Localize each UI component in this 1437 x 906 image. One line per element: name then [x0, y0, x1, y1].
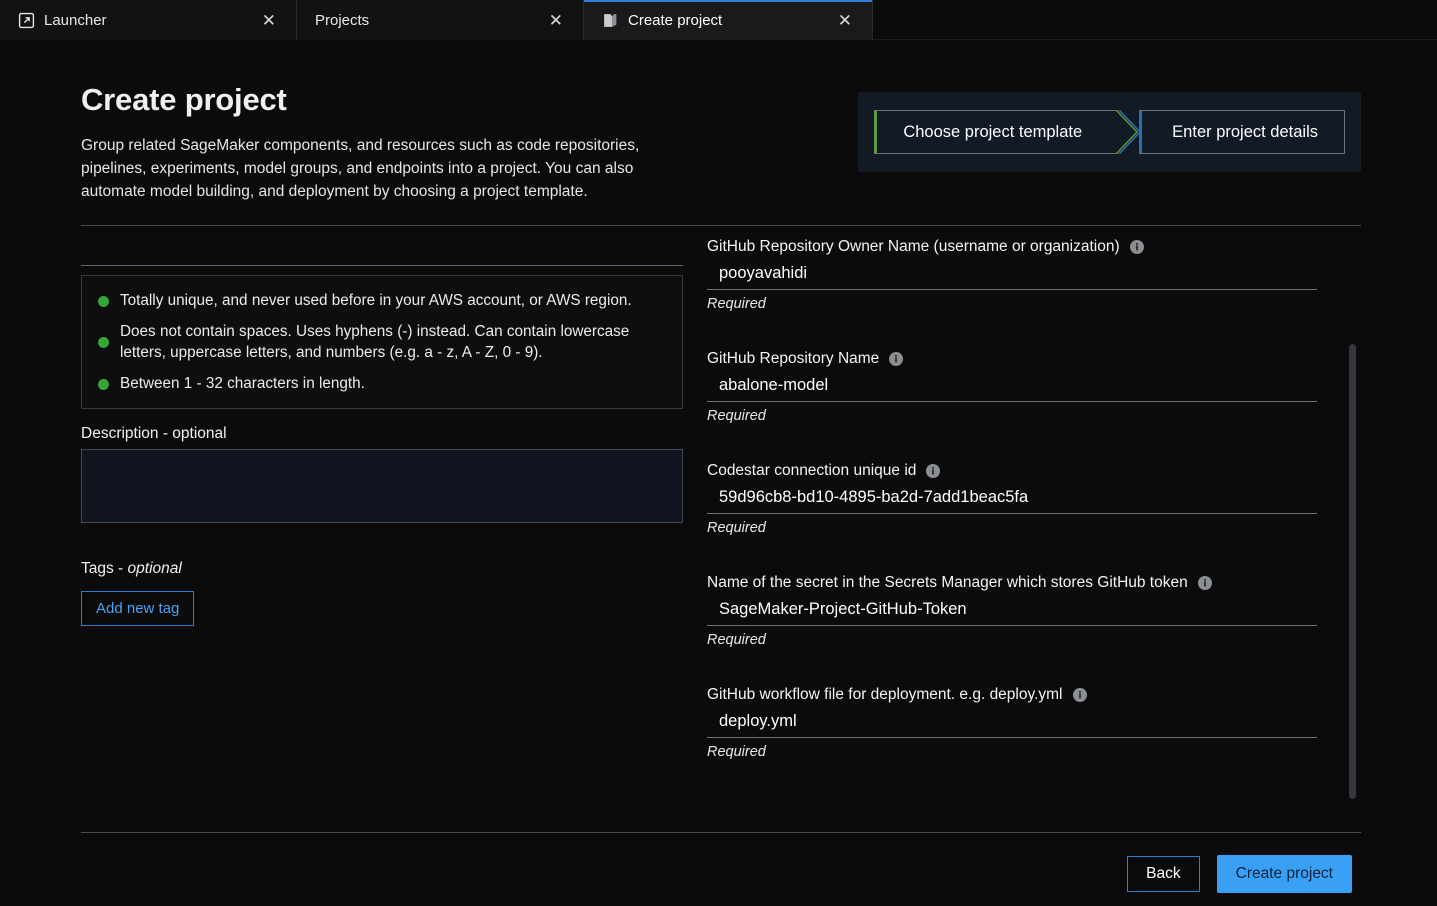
requirement-item: Does not contain spaces. Uses hyphens (-…: [98, 321, 664, 364]
field-label: Name of the secret in the Secrets Manage…: [707, 574, 1361, 592]
field-codestar-connection-unique-id: Codestar connection unique id Required: [707, 462, 1361, 536]
field-label-text: GitHub Repository Name: [707, 350, 880, 368]
info-icon[interactable]: [1072, 688, 1087, 703]
tab-label: Launcher: [44, 11, 107, 29]
field-label: Codestar connection unique id: [707, 462, 1361, 480]
tab-projects[interactable]: Projects ✕: [297, 0, 584, 40]
status-dot-icon: [98, 336, 109, 348]
vertical-scrollbar[interactable]: [1349, 344, 1357, 800]
field-label: GitHub Repository Name: [707, 350, 1361, 368]
field-input[interactable]: [707, 708, 1317, 739]
field-secrets-manager-secret-name: Name of the secret in the Secrets Manage…: [707, 574, 1361, 648]
tab-bar: Launcher ✕ Projects ✕ Create project ✕: [0, 0, 1437, 40]
field-label: GitHub workflow file for deployment. e.g…: [707, 686, 1361, 704]
page-description: Group related SageMaker components, and …: [81, 137, 640, 200]
field-github-repository-name: GitHub Repository Name Required: [707, 350, 1361, 424]
tags-label: Tags - optional: [81, 560, 683, 578]
description-label: Description - optional: [81, 425, 683, 443]
close-icon[interactable]: ✕: [834, 10, 856, 31]
launcher-icon: [18, 12, 35, 29]
create-project-button[interactable]: Create project: [1216, 855, 1352, 893]
field-input[interactable]: [707, 596, 1317, 627]
info-icon[interactable]: [926, 464, 941, 479]
add-new-tag-button[interactable]: Add new tag: [81, 590, 195, 626]
field-label-text: GitHub workflow file for deployment. e.g…: [707, 686, 1063, 704]
field-label-text: Name of the secret in the Secrets Manage…: [707, 574, 1188, 592]
stepper-step-label: Enter project details: [1172, 122, 1318, 141]
stepper-step-label: Choose project template: [903, 122, 1083, 141]
field-input[interactable]: [707, 484, 1317, 515]
status-dot-icon: [98, 378, 109, 390]
project-name-requirements: Totally unique, and never used before in…: [81, 275, 683, 409]
form-columns: Totally unique, and never used before in…: [0, 226, 1437, 800]
description-textarea[interactable]: [81, 448, 683, 523]
left-column: Totally unique, and never used before in…: [81, 226, 683, 798]
close-icon[interactable]: ✕: [258, 10, 280, 31]
stepper-step-enter-details[interactable]: Enter project details: [1118, 110, 1345, 154]
field-hint: Required: [707, 296, 766, 313]
stepper-chevron-active-icon: [1118, 110, 1142, 154]
field-hint: Required: [707, 408, 766, 425]
field-label-text: Codestar connection unique id: [707, 462, 917, 480]
field-label-text: GitHub Repository Owner Name (username o…: [707, 238, 1120, 256]
tab-bar-empty-space: [873, 0, 1437, 39]
page-title: Create project: [81, 82, 287, 117]
right-column: GitHub Repository Owner Name (username o…: [707, 226, 1361, 800]
stepper-step-choose-template[interactable]: Choose project template: [874, 110, 1139, 154]
tab-create-project[interactable]: Create project ✕: [584, 0, 873, 40]
field-hint: Required: [707, 520, 766, 537]
tags-label-text: Tags -: [81, 559, 128, 577]
create-project-page: Create project Group related SageMaker c…: [0, 40, 1437, 906]
back-button[interactable]: Back: [1127, 856, 1200, 892]
requirement-item: Between 1 - 32 characters in length.: [98, 373, 664, 394]
scrollbar-thumb[interactable]: [1349, 344, 1356, 800]
field-input[interactable]: [707, 260, 1317, 291]
stepper-steps: Choose project template Enter project de…: [874, 110, 1345, 154]
page-header-text: Create project Group related SageMaker c…: [81, 82, 681, 203]
footer-actions: Back Create project: [1127, 855, 1352, 893]
tab-label: Create project: [628, 11, 723, 29]
project-name-input[interactable]: [81, 238, 683, 267]
field-github-repository-owner-name: GitHub Repository Owner Name (username o…: [707, 238, 1361, 312]
tab-launcher[interactable]: Launcher ✕: [0, 0, 297, 40]
requirement-text: Between 1 - 32 characters in length.: [120, 374, 365, 392]
field-github-workflow-file: GitHub workflow file for deployment. e.g…: [707, 686, 1361, 760]
field-input[interactable]: [707, 372, 1317, 403]
field-hint: Required: [707, 632, 766, 649]
info-icon[interactable]: [1197, 576, 1212, 591]
field-label: GitHub Repository Owner Name (username o…: [707, 238, 1361, 256]
info-icon[interactable]: [1129, 240, 1144, 255]
footer-divider: [81, 832, 1361, 833]
requirement-item: Totally unique, and never used before in…: [98, 290, 664, 311]
field-hint: Required: [707, 744, 766, 761]
close-icon[interactable]: ✕: [545, 10, 567, 31]
tab-label: Projects: [315, 11, 370, 29]
description-label-text: Description - optional: [81, 424, 227, 442]
info-icon[interactable]: [889, 352, 904, 367]
requirement-text: Does not contain spaces. Uses hyphens (-…: [120, 322, 630, 362]
tags-label-optional: optional: [127, 559, 182, 577]
status-dot-icon: [98, 296, 109, 308]
page-header: Create project Group related SageMaker c…: [0, 40, 1437, 203]
requirement-text: Totally unique, and never used before in…: [120, 292, 632, 310]
project-icon: [602, 12, 619, 29]
wizard-stepper: Choose project template Enter project de…: [858, 92, 1361, 172]
